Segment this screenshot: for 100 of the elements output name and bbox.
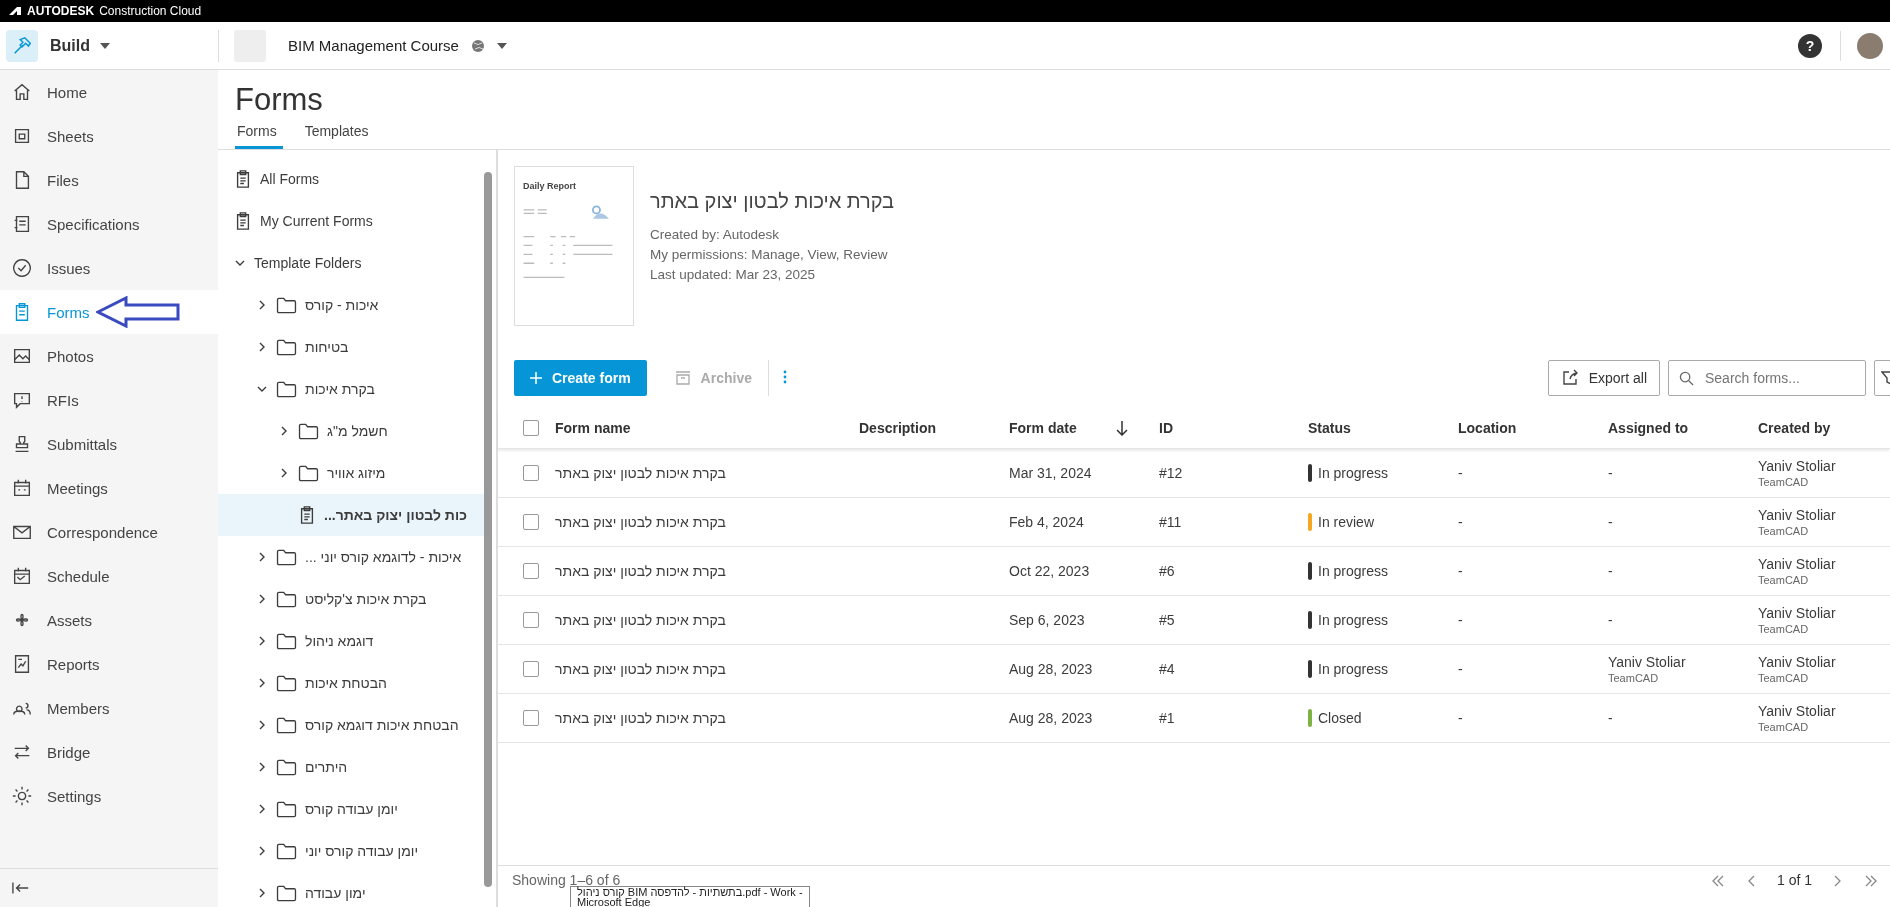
tree-item[interactable]: ימון עבודה bbox=[218, 872, 484, 907]
tree-item[interactable]: All Forms bbox=[218, 158, 484, 200]
help-button[interactable]: ? bbox=[1798, 33, 1822, 58]
person-name: - bbox=[1608, 612, 1614, 628]
tree-item[interactable]: יומן עבודה קורס bbox=[218, 788, 484, 830]
nav-item[interactable]: Issues bbox=[0, 246, 218, 290]
export-all-button[interactable]: Export all bbox=[1547, 360, 1660, 396]
person-name: Yaniv Stoliar bbox=[1758, 556, 1837, 572]
tree-label: יומן עבודה קורס bbox=[305, 801, 398, 817]
page-indicator: 1 of 1 bbox=[1776, 872, 1812, 888]
row-checkbox[interactable] bbox=[523, 563, 539, 579]
tooltip-line: קורס ניהול BIM בתשתיות - להדפסה.pdf - Work - bbox=[577, 887, 803, 897]
tree-item[interactable]: איכות - קורס bbox=[218, 284, 484, 326]
nav-item[interactable]: Meetings bbox=[0, 466, 218, 510]
nav-item[interactable]: Photos bbox=[0, 334, 218, 378]
nav-item[interactable]: Members bbox=[0, 686, 218, 730]
project-switcher[interactable]: BIM Management Course bbox=[288, 37, 507, 54]
nav-item[interactable]: Assets bbox=[0, 598, 218, 642]
tree-item[interactable]: יומן עבודה קורס יוני bbox=[218, 830, 484, 872]
person-name: Yaniv Stoliar bbox=[1758, 703, 1837, 719]
table-cell-text: - bbox=[1458, 710, 1464, 726]
tree-label: חשמל מ"ג bbox=[327, 423, 388, 439]
folder-icon bbox=[276, 758, 297, 776]
avatar[interactable] bbox=[1857, 32, 1883, 59]
tree-item[interactable]: My Current Forms bbox=[218, 200, 484, 242]
tree-item[interactable]: ... איכות - לדוגמא קורס יוני bbox=[218, 536, 484, 578]
column-header[interactable]: Created by bbox=[1758, 420, 1890, 436]
tab[interactable]: Templates bbox=[302, 122, 375, 149]
tree-item[interactable]: הבטחת איכות דוגמא קורס bbox=[218, 704, 484, 746]
template-detail: Created by: Autodesk bbox=[650, 226, 781, 244]
nav-item[interactable]: Correspondence bbox=[0, 510, 218, 554]
column-header[interactable]: Description bbox=[859, 420, 1009, 436]
nav-item[interactable]: Reports bbox=[0, 642, 218, 686]
folder-icon bbox=[276, 296, 297, 314]
column-header[interactable]: ID bbox=[1159, 420, 1308, 436]
table-cell-text: - bbox=[1458, 465, 1464, 481]
plus-icon bbox=[530, 372, 542, 384]
nav-item[interactable]: Home bbox=[0, 70, 218, 114]
tree-item[interactable]: בקרת איכות bbox=[218, 368, 484, 410]
status-text: In progress bbox=[1318, 465, 1389, 481]
nav-item[interactable]: Settings bbox=[0, 774, 218, 818]
table-cell[interactable]: בקרת איכות לבטון יצוק באתר bbox=[555, 514, 859, 530]
tree-item[interactable]: בטיחות bbox=[218, 326, 484, 368]
table-cell[interactable]: בקרת איכות לבטון יצוק באתר bbox=[555, 612, 859, 628]
nav-item[interactable]: Schedule bbox=[0, 554, 218, 598]
tree-item[interactable]: בקרת איכות צ'קליסט bbox=[218, 578, 484, 620]
tab[interactable]: Forms bbox=[235, 122, 283, 149]
tree-label: מיזוג אוויר bbox=[327, 465, 386, 481]
app-switcher[interactable]: Build bbox=[50, 36, 110, 55]
tree-item[interactable]: Template Folders bbox=[218, 242, 484, 284]
scrollbar[interactable] bbox=[484, 172, 492, 887]
person-name: - bbox=[1608, 710, 1614, 726]
nav-item[interactable]: Bridge bbox=[0, 730, 218, 774]
select-all-checkbox[interactable] bbox=[523, 420, 539, 436]
row-checkbox[interactable] bbox=[523, 710, 539, 726]
home-icon bbox=[11, 81, 33, 103]
nav-item[interactable]: Submittals bbox=[0, 422, 218, 466]
row-checkbox[interactable] bbox=[523, 612, 539, 628]
previous-page-icon[interactable] bbox=[1746, 875, 1755, 887]
table-cell-text: - bbox=[1458, 661, 1464, 677]
tree-item[interactable]: חשמל מ"ג bbox=[218, 410, 484, 452]
tree-label: ... איכות - לדוגמא קורס יוני bbox=[305, 549, 462, 565]
next-page-icon[interactable] bbox=[1834, 875, 1842, 887]
first-page-icon[interactable] bbox=[1710, 875, 1725, 887]
nav-item[interactable]: Sheets bbox=[0, 114, 218, 158]
column-header[interactable]: Status bbox=[1308, 420, 1458, 436]
status-text: In review bbox=[1318, 514, 1375, 530]
page-title: Forms bbox=[235, 82, 323, 119]
person-name: - bbox=[1608, 514, 1614, 530]
last-page-icon[interactable] bbox=[1864, 875, 1878, 887]
table-cell[interactable]: בקרת איכות לבטון יצוק באתר bbox=[555, 465, 859, 481]
column-header[interactable]: Assigned to bbox=[1608, 420, 1758, 436]
tree-item[interactable]: מיזוג אוויר bbox=[218, 452, 484, 494]
row-checkbox[interactable] bbox=[523, 661, 539, 677]
table-cell[interactable]: בקרת איכות לבטון יצוק באתר bbox=[555, 710, 859, 726]
tree-label: דוגמא ניהול bbox=[305, 633, 374, 649]
person-name: Yaniv Stoliar bbox=[1758, 654, 1837, 670]
row-checkbox[interactable] bbox=[523, 465, 539, 481]
tree-item[interactable]: ...כות לבטון יצוק באתר bbox=[218, 494, 484, 536]
tree-label: בקרת איכות bbox=[305, 381, 375, 397]
nav-item[interactable]: Files bbox=[0, 158, 218, 202]
column-header[interactable]: Form name bbox=[555, 420, 859, 436]
folder-icon bbox=[276, 338, 297, 356]
row-checkbox[interactable] bbox=[523, 514, 539, 530]
column-header[interactable]: Location bbox=[1458, 420, 1608, 436]
table-cell-text: Feb 4, 2024 bbox=[1009, 514, 1085, 530]
sort-arrow-icon[interactable] bbox=[1116, 420, 1128, 436]
collapse-icon[interactable] bbox=[12, 881, 30, 895]
table-cell[interactable]: בקרת איכות לבטון יצוק באתר bbox=[555, 661, 859, 677]
tree-label: ימון עבודה bbox=[305, 885, 366, 901]
tree-item[interactable]: היתרים bbox=[218, 746, 484, 788]
nav-item[interactable]: Specifications bbox=[0, 202, 218, 246]
tree-item[interactable]: דוגמא ניהול bbox=[218, 620, 484, 662]
company-name: TeamCAD bbox=[1758, 476, 1810, 488]
table-cell[interactable]: בקרת איכות לבטון יצוק באתר bbox=[555, 563, 859, 579]
search-field[interactable]: Search forms... bbox=[1668, 360, 1866, 396]
tree-label: Template Folders bbox=[254, 255, 362, 271]
tree-item[interactable]: הבטחת איכות bbox=[218, 662, 484, 704]
column-header[interactable]: Form date bbox=[1009, 420, 1116, 436]
nav-item[interactable]: RFIs bbox=[0, 378, 218, 422]
